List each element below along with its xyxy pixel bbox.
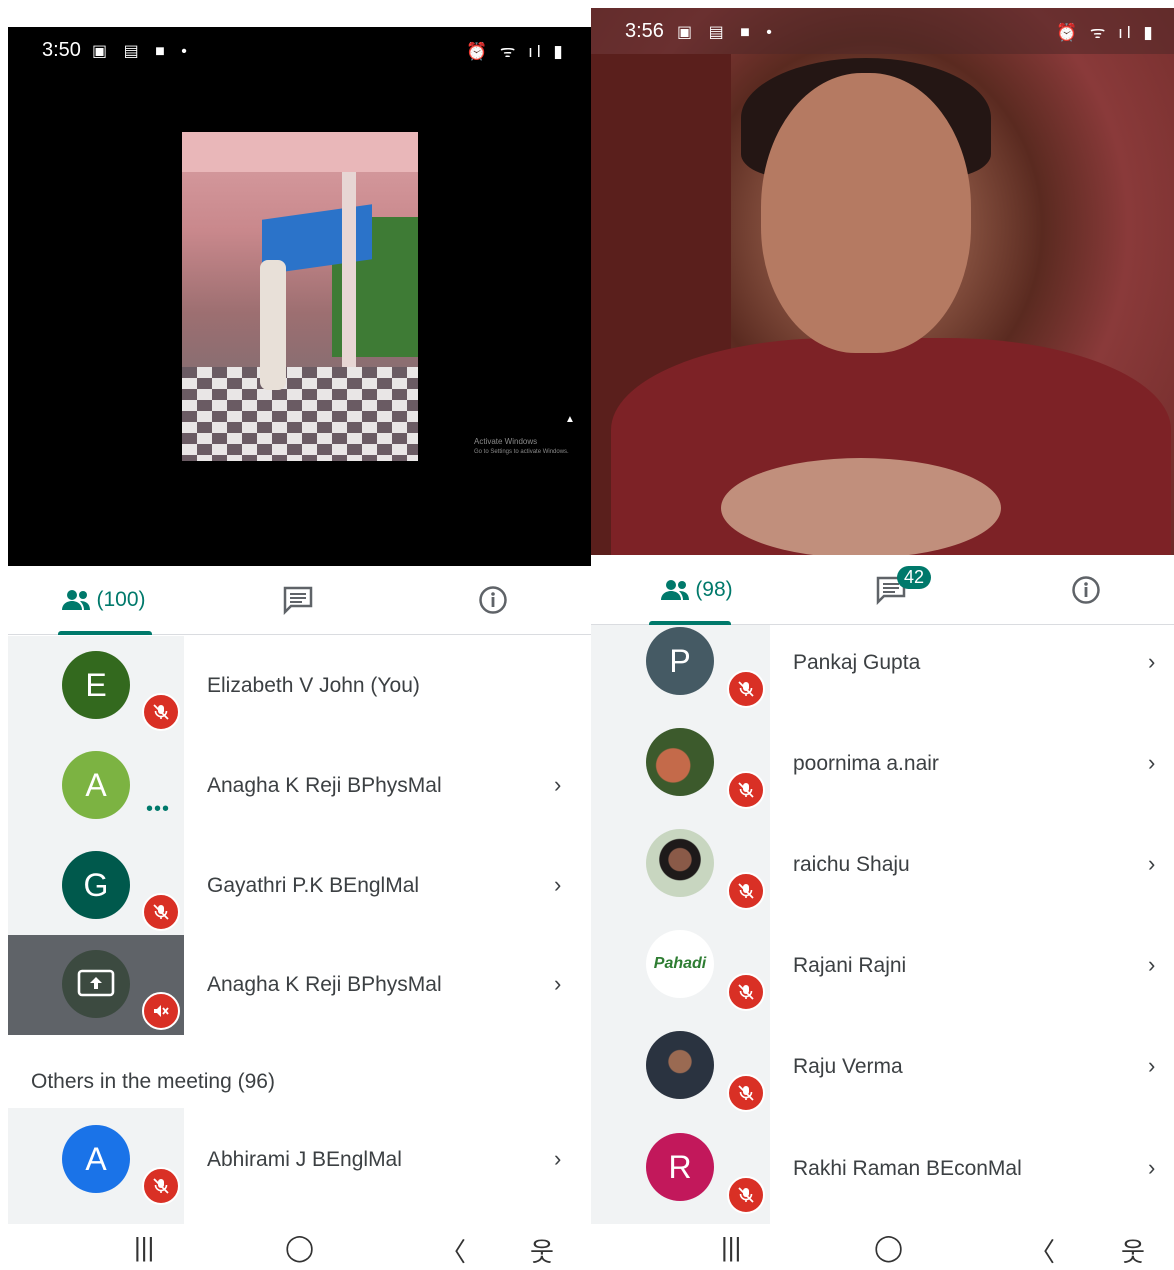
muted-mic-icon bbox=[727, 872, 765, 910]
tab-chat[interactable] bbox=[258, 566, 338, 634]
chevron-right-icon: › bbox=[1148, 851, 1156, 876]
muted-mic-icon bbox=[142, 1167, 180, 1205]
present-screen-icon bbox=[77, 969, 115, 997]
shared-photo bbox=[182, 132, 418, 461]
others-section-header: Others in the meeting (96) bbox=[31, 1070, 275, 1093]
avatar-photo bbox=[646, 829, 714, 897]
chevron-right-icon: › bbox=[1148, 952, 1156, 977]
info-icon bbox=[479, 586, 507, 614]
back-button[interactable]: 〈 bbox=[440, 1232, 466, 1269]
muted-mic-icon bbox=[727, 1074, 765, 1112]
chat-unread-badge: 42 bbox=[897, 566, 932, 589]
back-button[interactable]: 〈 bbox=[1029, 1232, 1055, 1269]
tab-bar: (100) bbox=[8, 566, 591, 635]
system-nav-bar: ||| ◯ 〈 웃 bbox=[591, 1224, 1174, 1270]
participant-name: Gayathri P.K BEnglMal bbox=[207, 874, 420, 897]
chevron-right-icon: › bbox=[1148, 750, 1156, 775]
home-button[interactable]: ◯ bbox=[285, 1232, 314, 1263]
muted-mic-icon bbox=[727, 670, 765, 708]
avatar-logo: Pahadi bbox=[646, 930, 714, 998]
right-screenshot: 3:56 ▣ ▤ ■ • ⏰ ᯤ ıl ▮ (98) 42 P Pankaj G… bbox=[591, 0, 1174, 1270]
people-count: (100) bbox=[96, 588, 146, 611]
windows-watermark: Activate Windows Go to Settings to activ… bbox=[474, 437, 569, 455]
participant-name: Raju Verma bbox=[793, 1055, 903, 1078]
avatar bbox=[62, 950, 130, 1018]
participant-row[interactable]: A ••• Anagha K Reji BPhysMal › bbox=[8, 736, 591, 836]
muted-mic-icon bbox=[142, 693, 180, 731]
accessibility-button[interactable]: 웃 bbox=[530, 1232, 554, 1269]
cursor-icon: ▲ bbox=[565, 414, 575, 425]
people-count: (98) bbox=[695, 578, 733, 601]
participant-row[interactable]: poornima a.nair › bbox=[591, 726, 1174, 827]
participant-name: Rakhi Raman BEconMal bbox=[793, 1157, 1022, 1180]
participant-row[interactable]: P Pankaj Gupta › bbox=[591, 625, 1174, 726]
participant-name: Pankaj Gupta bbox=[793, 651, 921, 674]
notification-icons: ▣ ▤ ■ • bbox=[92, 43, 193, 60]
avatar: A bbox=[62, 751, 130, 819]
avatar-photo bbox=[646, 728, 714, 796]
participant-name: Abhirami J BEnglMal bbox=[207, 1148, 402, 1171]
avatar: G bbox=[62, 851, 130, 919]
avatar: R bbox=[646, 1133, 714, 1201]
participant-row[interactable]: G Gayathri P.K BEnglMal › bbox=[8, 836, 591, 936]
participant-row[interactable]: E Elizabeth V John (You) bbox=[8, 636, 591, 736]
chevron-right-icon: › bbox=[1148, 1053, 1156, 1078]
speaker-video[interactable] bbox=[591, 8, 1174, 555]
chevron-right-icon: › bbox=[1148, 649, 1156, 674]
muted-mic-icon bbox=[727, 771, 765, 809]
speaking-indicator: ••• bbox=[146, 798, 171, 820]
status-time: 3:50 bbox=[42, 39, 81, 61]
tab-bar: (98) 42 bbox=[591, 556, 1174, 625]
avatar: P bbox=[646, 627, 714, 695]
chevron-right-icon: › bbox=[1148, 1155, 1156, 1180]
system-nav-bar: ||| ◯ 〈 웃 bbox=[0, 1224, 591, 1270]
chevron-right-icon: › bbox=[554, 971, 562, 996]
status-bar: 3:50 ▣ ▤ ■ • ⏰ ᯤ ıl ▮ bbox=[8, 27, 591, 77]
muted-speaker-icon bbox=[142, 992, 180, 1030]
people-icon bbox=[62, 590, 91, 610]
home-button[interactable]: ◯ bbox=[874, 1232, 903, 1263]
tab-people[interactable]: (100) bbox=[48, 566, 158, 634]
active-tab-indicator bbox=[58, 631, 152, 635]
tab-people[interactable]: (98) bbox=[641, 556, 751, 624]
chevron-right-icon: › bbox=[554, 872, 562, 897]
participant-name: Rajani Rajni bbox=[793, 954, 907, 977]
avatar: A bbox=[62, 1125, 130, 1193]
chevron-right-icon: › bbox=[554, 1146, 562, 1171]
people-icon bbox=[661, 580, 690, 600]
presentation-row[interactable]: Anagha K Reji BPhysMal › bbox=[8, 935, 591, 1035]
muted-mic-icon bbox=[727, 1176, 765, 1214]
participant-row[interactable]: Pahadi Rajani Rajni › bbox=[591, 928, 1174, 1029]
notification-icons: ▣ ▤ ■ • bbox=[677, 24, 778, 41]
tab-info[interactable] bbox=[453, 566, 533, 634]
participant-row[interactable]: R Rakhi Raman BEconMal › bbox=[591, 1130, 1174, 1224]
system-icons: ⏰ ᯤ ıl ▮ bbox=[466, 42, 567, 61]
recents-button[interactable]: ||| bbox=[721, 1232, 741, 1263]
participant-row[interactable]: Raju Verma › bbox=[591, 1029, 1174, 1130]
chevron-right-icon: › bbox=[554, 772, 562, 797]
participant-row[interactable]: raichu Shaju › bbox=[591, 827, 1174, 928]
screen-share-view[interactable]: Activate Windows Go to Settings to activ… bbox=[8, 27, 591, 566]
muted-mic-icon bbox=[142, 893, 180, 931]
status-time: 3:56 bbox=[625, 20, 664, 42]
avatar: E bbox=[62, 651, 130, 719]
participant-name: Elizabeth V John (You) bbox=[207, 674, 420, 697]
recents-button[interactable]: ||| bbox=[134, 1232, 154, 1263]
participant-name: raichu Shaju bbox=[793, 853, 910, 876]
system-icons: ⏰ ᯤ ıl ▮ bbox=[1056, 23, 1157, 42]
participant-name: Anagha K Reji BPhysMal bbox=[207, 774, 442, 797]
chat-icon bbox=[283, 586, 313, 615]
participant-row[interactable]: A Abhirami J BEnglMal › bbox=[8, 1108, 591, 1224]
tab-info[interactable] bbox=[1046, 556, 1126, 624]
muted-mic-icon bbox=[727, 973, 765, 1011]
status-bar: 3:56 ▣ ▤ ■ • ⏰ ᯤ ıl ▮ bbox=[591, 8, 1174, 54]
accessibility-button[interactable]: 웃 bbox=[1121, 1232, 1145, 1269]
avatar-photo bbox=[646, 1031, 714, 1099]
participant-name: poornima a.nair bbox=[793, 752, 939, 775]
participant-name: Anagha K Reji BPhysMal bbox=[207, 973, 442, 996]
left-screenshot: Activate Windows Go to Settings to activ… bbox=[0, 0, 591, 1270]
info-icon bbox=[1072, 576, 1100, 604]
